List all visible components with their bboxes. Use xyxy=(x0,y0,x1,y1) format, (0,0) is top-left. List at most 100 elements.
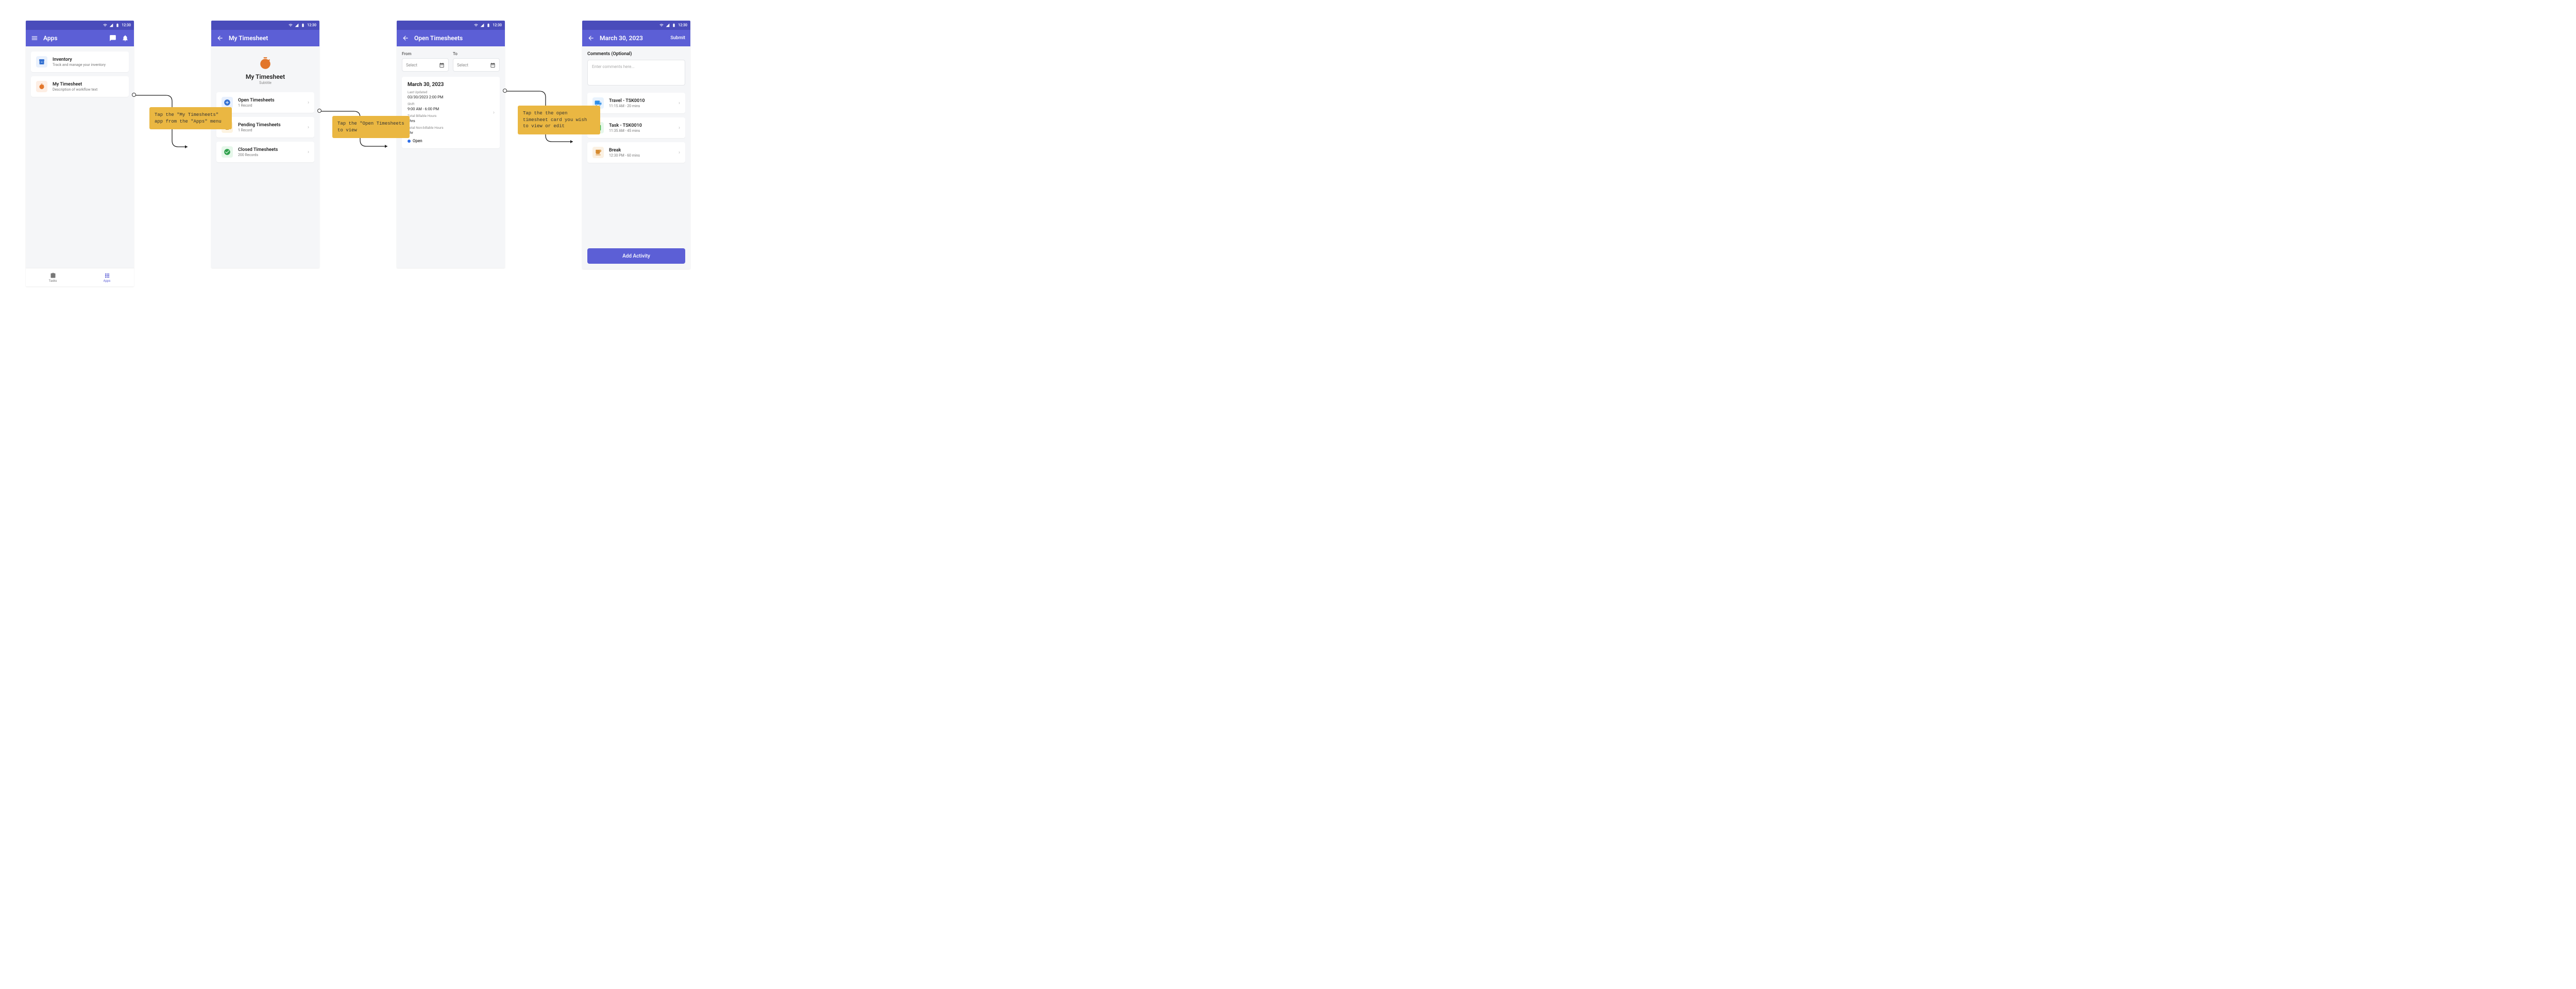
activity-title: Break xyxy=(609,148,673,153)
cell-icon xyxy=(666,23,670,27)
add-activity-button[interactable]: Add Activity xyxy=(587,248,685,264)
activity-task[interactable]: Task - TSK0010 11:35 AM - 45 mins › xyxy=(587,117,685,138)
value-last-updated: 03/30/2023 2:00 PM xyxy=(408,95,494,99)
statusbar: 12:30 xyxy=(211,21,319,30)
comments-placeholder: Enter comments here... xyxy=(592,64,635,69)
cell-icon xyxy=(109,23,113,27)
app-desc: Track and manage your inventory xyxy=(53,63,124,67)
nav-tasks[interactable]: Tasks xyxy=(26,268,80,286)
activity-sub: 11:15 AM - 20 mins xyxy=(609,104,673,108)
statusbar: 12:30 xyxy=(582,21,690,30)
list-title: Pending Timesheets xyxy=(238,123,302,128)
back-icon[interactable] xyxy=(587,35,595,42)
value-billable: 8hrs xyxy=(408,118,494,123)
to-label: To xyxy=(453,52,500,56)
appbar: Open Timesheets xyxy=(397,30,505,46)
statusbar: 12:30 xyxy=(397,21,505,30)
activity-travel[interactable]: Travel - TSK0010 11:15 AM - 20 mins › xyxy=(587,93,685,113)
from-label: From xyxy=(402,52,449,56)
nav-apps[interactable]: Apps xyxy=(80,268,134,286)
comments-label: Comments (Optional) xyxy=(587,52,685,57)
status-time: 12:30 xyxy=(122,23,131,27)
chevron-right-icon: › xyxy=(679,100,680,106)
activity-title: Task - TSK0010 xyxy=(609,123,673,128)
appbar: My Timesheet xyxy=(211,30,319,46)
connector-dot xyxy=(317,109,321,113)
back-icon[interactable] xyxy=(402,35,409,42)
appbar-title: My Timesheet xyxy=(229,35,314,42)
open-ts-content: From Select To Select March 30, 2023 La xyxy=(397,46,505,268)
app-card-timesheet[interactable]: My Timesheet Description of workflow tex… xyxy=(31,76,129,97)
menu-icon[interactable] xyxy=(31,35,38,42)
activity-break[interactable]: Break 12:30 PM - 60 mins › xyxy=(587,142,685,163)
chevron-right-icon: › xyxy=(308,100,309,106)
select-placeholder: Select xyxy=(406,63,417,67)
nav-label: Apps xyxy=(104,279,111,283)
submit-button[interactable]: Submit xyxy=(670,36,685,41)
header-subtitle: Subtitle xyxy=(216,81,314,85)
status-time: 12:30 xyxy=(493,23,502,27)
back-icon[interactable] xyxy=(216,35,224,42)
app-card-inventory[interactable]: Inventory Track and manage your inventor… xyxy=(31,52,129,72)
appbar-title: March 30, 2023 xyxy=(600,35,665,42)
ts-date: March 30, 2023 xyxy=(408,82,494,88)
list-closed-timesheets[interactable]: Closed Timesheets 200 Records › xyxy=(216,142,314,162)
callout-2: Tap the "Open Timesheets to view xyxy=(332,116,410,138)
calendar-icon xyxy=(439,62,445,68)
label-shift: Shift xyxy=(408,102,494,106)
screen-timesheet-detail: 12:30 March 30, 2023 Submit Comments (Op… xyxy=(582,21,690,269)
wifi-icon xyxy=(659,23,664,27)
appbar: Apps xyxy=(26,30,134,46)
chevron-right-icon: › xyxy=(308,125,309,130)
stopwatch-icon xyxy=(39,83,45,90)
label-billable: Total Billable Hours xyxy=(408,114,494,118)
callout-1: Tap the "My Timesheets" app from the "Ap… xyxy=(149,107,232,129)
screen-my-timesheet: 12:30 My Timesheet My Timesheet Subtitle… xyxy=(211,21,319,268)
status-time: 12:30 xyxy=(307,23,316,27)
app-desc: Description of workflow text xyxy=(53,88,124,92)
appbar-title: Open Timesheets xyxy=(414,35,500,42)
list-sub: 1 Record xyxy=(238,104,302,108)
value-shift: 9:00 AM - 6:00 PM xyxy=(408,107,494,111)
list-title: Open Timesheets xyxy=(238,98,302,103)
label-nonbillable: Total Non-billable Hours xyxy=(408,126,494,130)
status-text: Open xyxy=(413,139,422,143)
coffee-icon xyxy=(595,149,602,156)
status-time: 12:30 xyxy=(678,23,687,27)
detail-content: Comments (Optional) Enter comments here.… xyxy=(582,46,690,248)
filter-row: From Select To Select xyxy=(402,52,500,72)
battery-icon xyxy=(115,23,120,27)
activity-sub: 12:30 PM - 60 mins xyxy=(609,154,673,158)
statusbar: 12:30 xyxy=(26,21,134,30)
header-block: My Timesheet Subtitle xyxy=(216,52,314,92)
apps-icon xyxy=(104,272,110,279)
chat-icon[interactable] xyxy=(109,35,116,42)
timesheet-content: My Timesheet Subtitle Open Timesheets 1 … xyxy=(211,46,319,268)
comments-input[interactable]: Enter comments here... xyxy=(587,60,685,86)
plus-circle-icon xyxy=(224,99,231,106)
header-title: My Timesheet xyxy=(216,73,314,80)
from-select[interactable]: Select xyxy=(402,58,449,72)
wifi-icon xyxy=(289,23,293,27)
value-nonbillable: 1hr xyxy=(408,130,494,135)
select-placeholder: Select xyxy=(457,63,468,67)
to-select[interactable]: Select xyxy=(453,58,500,72)
inventory-icon xyxy=(39,59,45,65)
bottom-nav: Tasks Apps xyxy=(26,268,134,286)
chevron-right-icon: › xyxy=(679,125,680,131)
appbar: March 30, 2023 Submit xyxy=(582,30,690,46)
timesheet-card[interactable]: March 30, 2023 Last Updated 03/30/2023 2… xyxy=(402,77,500,148)
connector-dot xyxy=(132,93,136,97)
cell-icon xyxy=(295,23,299,27)
app-title: Inventory xyxy=(53,57,124,62)
stopwatch-icon xyxy=(259,57,272,70)
screen-open-timesheets: 12:30 Open Timesheets From Select To Sel… xyxy=(397,21,505,268)
check-circle-icon xyxy=(224,148,231,156)
connector-dot xyxy=(503,89,507,93)
wifi-icon xyxy=(103,23,107,27)
tasks-icon xyxy=(50,272,56,279)
app-title: My Timesheet xyxy=(53,82,124,87)
bell-icon[interactable] xyxy=(122,35,129,42)
list-title: Closed Timesheets xyxy=(238,147,302,152)
list-sub: 1 Record xyxy=(238,128,302,132)
